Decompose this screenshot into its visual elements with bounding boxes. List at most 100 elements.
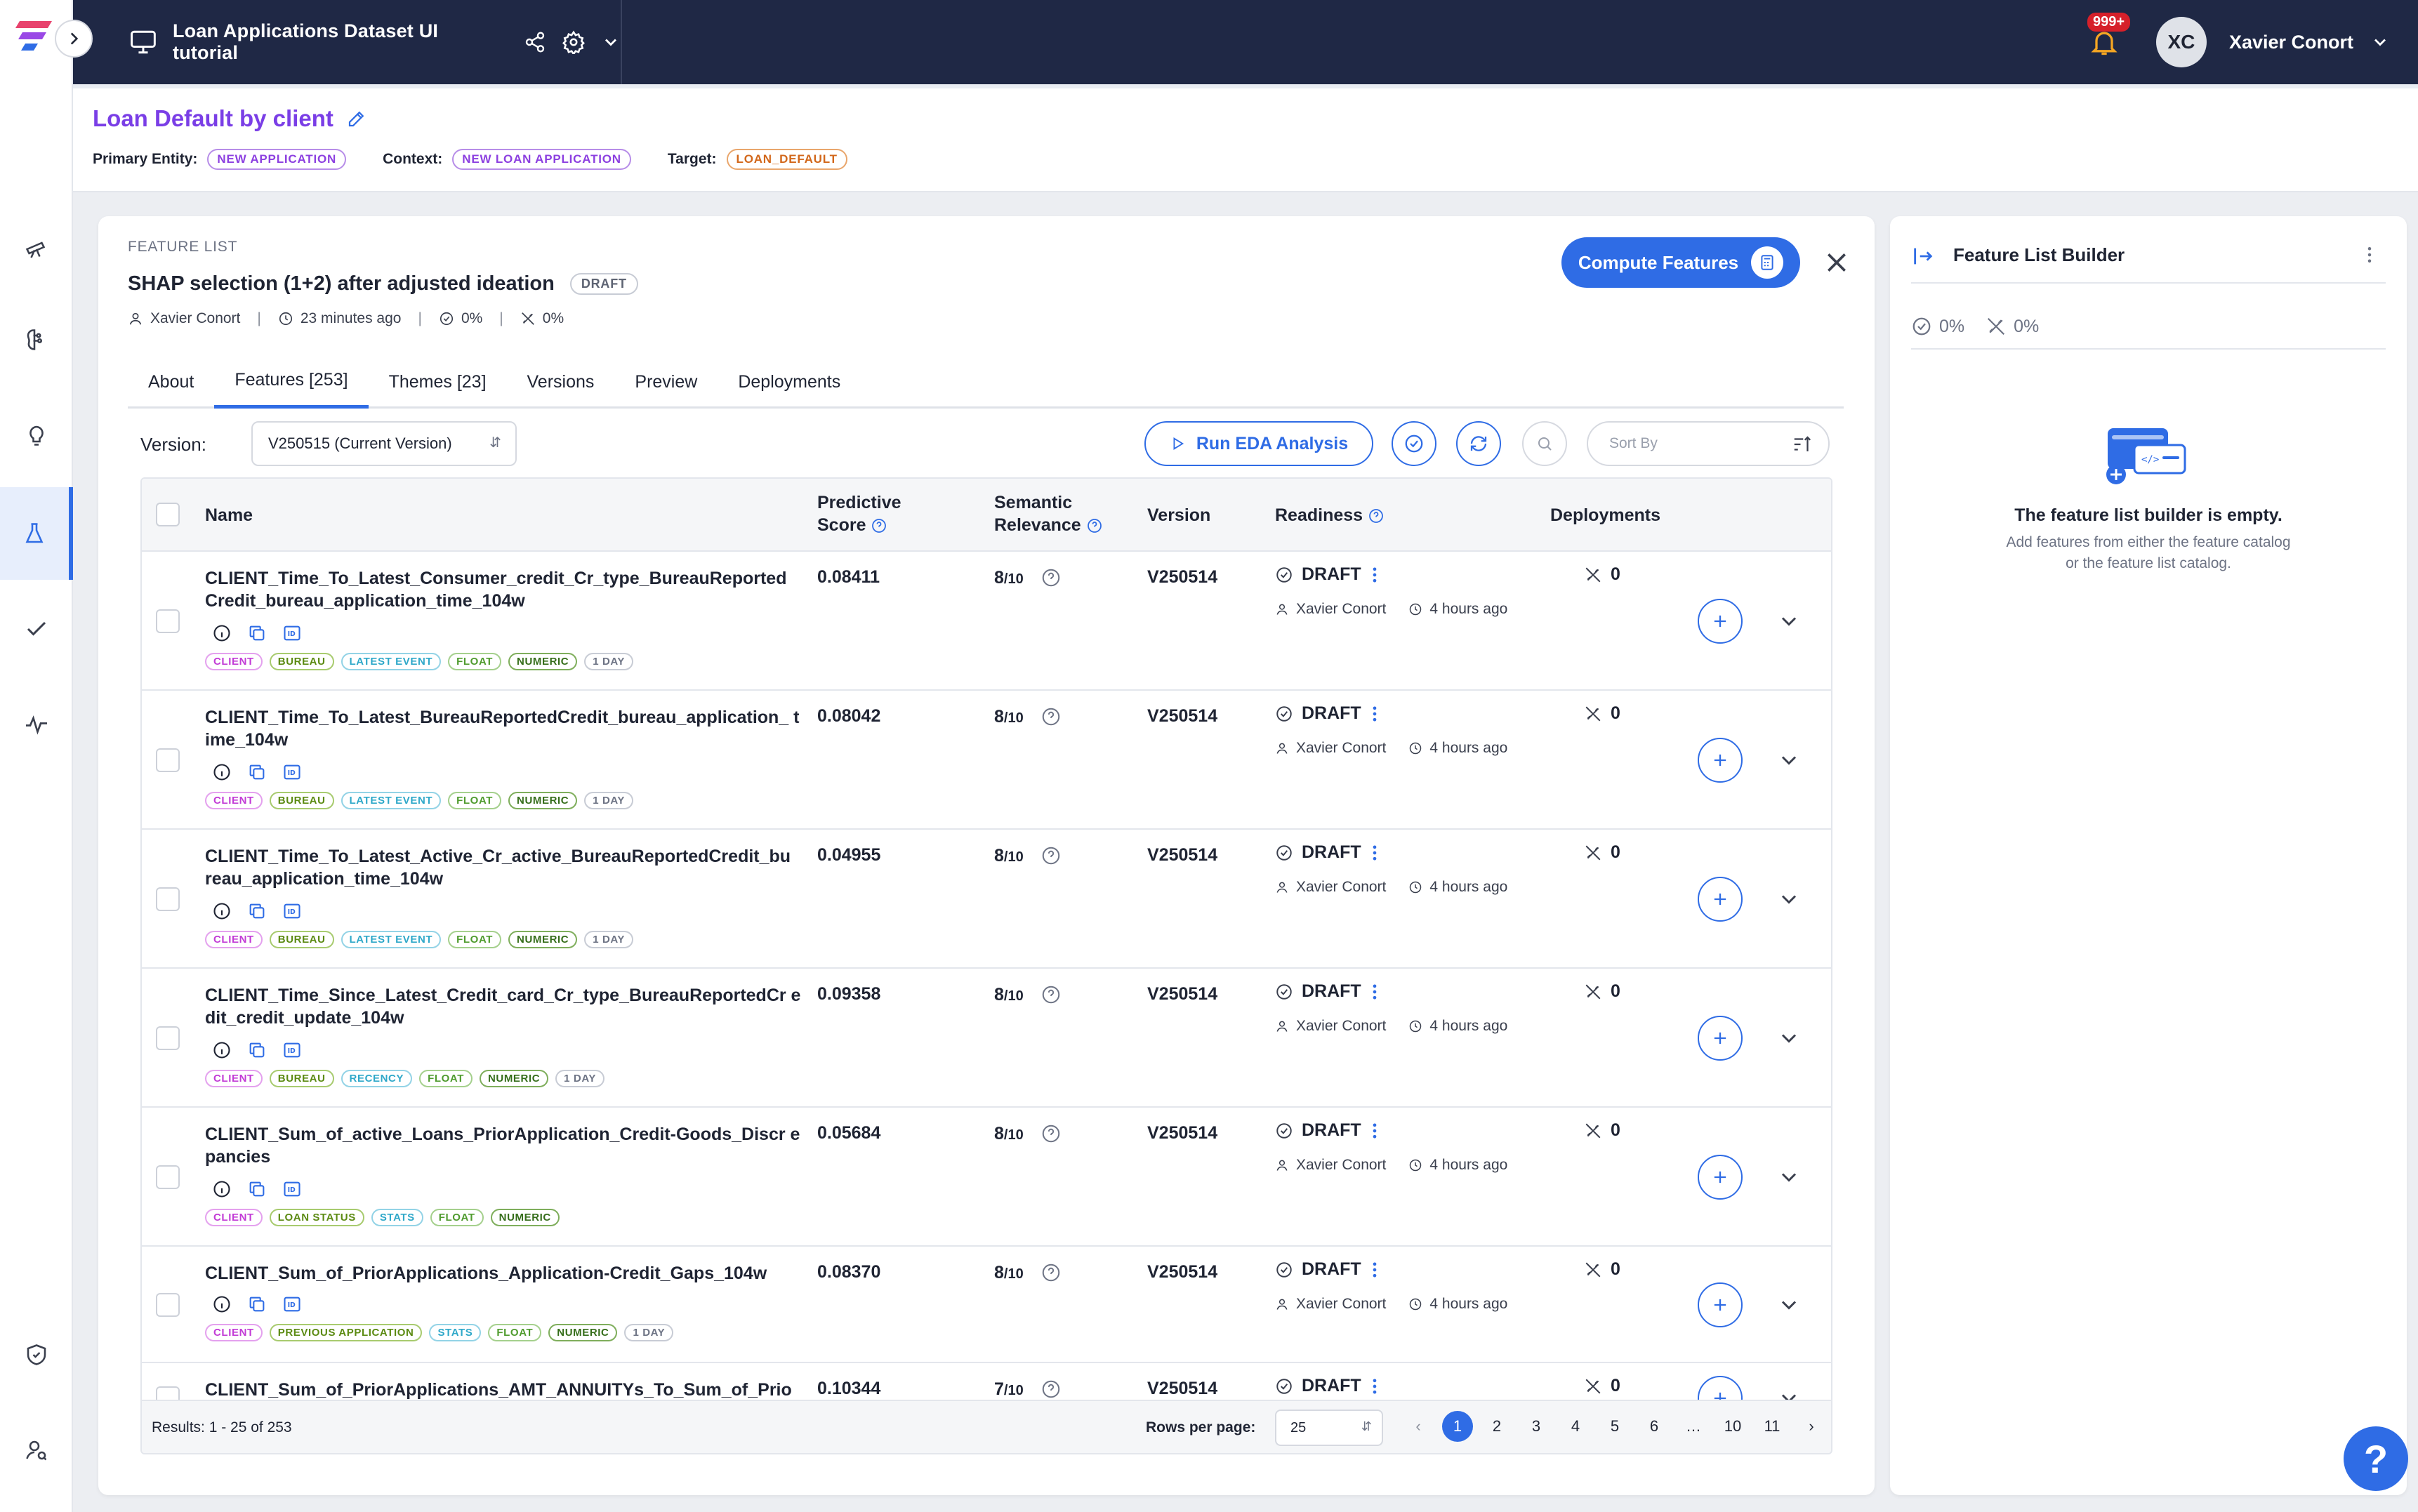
feature-name[interactable]: CLIENT_Time_To_Latest_BureauReportedCred…	[205, 706, 802, 751]
table-row[interactable]: CLIENT_Sum_of_active_Loans_PriorApplicat…	[142, 1108, 1831, 1247]
info-icon[interactable]	[212, 901, 232, 921]
row-checkbox[interactable]	[156, 1293, 180, 1317]
chevron-down-icon[interactable]	[1776, 1026, 1802, 1051]
help-icon[interactable]	[1368, 508, 1385, 524]
feature-name[interactable]: CLIENT_Time_To_Latest_Consumer_credit_Cr…	[205, 567, 802, 612]
status-menu-icon[interactable]	[1370, 982, 1380, 1002]
copy-icon[interactable]	[247, 1294, 267, 1314]
col-deployments[interactable]: Deployments	[1550, 504, 1660, 526]
feature-name[interactable]: CLIENT_Sum_of_active_Loans_PriorApplicat…	[205, 1123, 802, 1168]
select-all-checkbox[interactable]	[156, 503, 180, 526]
user-avatar[interactable]: XC	[2155, 17, 2207, 67]
help-icon[interactable]	[871, 517, 887, 534]
copy-icon[interactable]	[247, 1040, 267, 1060]
id-badge-icon[interactable]: ID	[282, 1040, 302, 1060]
help-button[interactable]: ?	[2344, 1426, 2408, 1491]
pagination-page-button[interactable]: 4	[1560, 1411, 1591, 1442]
table-row[interactable]: CLIENT_Time_To_Latest_Active_Cr_active_B…	[142, 830, 1831, 969]
help-icon[interactable]	[1040, 567, 1062, 588]
pagination-page-button[interactable]: 2	[1481, 1411, 1512, 1442]
expand-row-button[interactable]	[1776, 1026, 1802, 1051]
target-badge[interactable]: LOAN_DEFAULT	[726, 149, 847, 170]
row-checkbox[interactable]	[156, 1026, 180, 1050]
chevron-down-icon[interactable]	[1776, 609, 1802, 634]
rail-flask-icon[interactable]	[0, 487, 73, 580]
copy-icon[interactable]	[247, 1179, 267, 1199]
info-icon[interactable]	[212, 762, 232, 782]
row-checkbox[interactable]	[156, 1386, 180, 1400]
add-to-builder-button[interactable]	[1698, 1155, 1743, 1200]
table-row[interactable]: CLIENT_Time_To_Latest_BureauReportedCred…	[142, 691, 1831, 830]
tab-versions[interactable]: Versions	[507, 355, 615, 409]
info-icon[interactable]	[212, 623, 232, 643]
pagination-page-button[interactable]: 1	[1442, 1411, 1473, 1442]
rail-user-search-icon[interactable]	[0, 1404, 73, 1497]
tab-deployments[interactable]: Deployments	[718, 355, 861, 409]
status-menu-icon[interactable]	[1370, 843, 1380, 863]
rail-telescope-icon[interactable]	[0, 201, 73, 293]
row-checkbox[interactable]	[156, 748, 180, 772]
pagination-page-button[interactable]: 3	[1521, 1411, 1552, 1442]
rail-lightbulb-icon[interactable]	[0, 389, 73, 482]
id-badge-icon[interactable]: ID	[282, 623, 302, 643]
help-icon[interactable]	[1040, 1123, 1062, 1144]
row-checkbox[interactable]	[156, 1165, 180, 1189]
feature-name[interactable]: CLIENT_Time_To_Latest_Active_Cr_active_B…	[205, 845, 802, 890]
tab-preview[interactable]: Preview	[614, 355, 718, 409]
add-to-builder-button[interactable]	[1698, 738, 1743, 783]
rail-check-icon[interactable]	[0, 583, 73, 675]
table-row[interactable]: CLIENT_Sum_of_PriorApplications_Applicat…	[142, 1247, 1831, 1363]
col-semantic-relevance[interactable]: Semantic Relevance	[994, 491, 1103, 536]
id-badge-icon[interactable]: ID	[282, 1179, 302, 1199]
help-icon[interactable]	[1040, 706, 1062, 727]
rows-per-page-select[interactable]: 25 ⇵	[1275, 1410, 1383, 1446]
help-icon[interactable]	[1040, 1262, 1062, 1283]
help-icon[interactable]	[1040, 845, 1062, 866]
expand-row-button[interactable]	[1776, 1165, 1802, 1190]
more-options-icon[interactable]	[2359, 244, 2380, 265]
version-select[interactable]: V250515 (Current Version) ⇵	[251, 421, 517, 466]
add-to-builder-button[interactable]	[1698, 1376, 1743, 1400]
feature-name[interactable]: CLIENT_Time_Since_Latest_Credit_card_Cr_…	[205, 984, 802, 1029]
copy-icon[interactable]	[247, 623, 267, 643]
col-readiness[interactable]: Readiness	[1275, 504, 1385, 526]
app-logo[interactable]	[15, 18, 55, 53]
chevron-down-icon[interactable]	[1776, 1165, 1802, 1190]
sort-by-select[interactable]: Sort By	[1587, 421, 1830, 466]
validate-badge-icon[interactable]	[1392, 421, 1436, 466]
status-menu-icon[interactable]	[1370, 565, 1380, 585]
copy-icon[interactable]	[247, 901, 267, 921]
pagination-page-button[interactable]: 11	[1757, 1411, 1788, 1442]
col-name[interactable]: Name	[205, 504, 253, 526]
expand-row-button[interactable]	[1776, 1386, 1802, 1400]
feature-name[interactable]: CLIENT_Sum_of_PriorApplications_AMT_ANNU…	[205, 1379, 802, 1400]
close-icon[interactable]	[1823, 248, 1851, 277]
primary-entity-badge[interactable]: NEW APPLICATION	[207, 149, 347, 170]
expand-row-button[interactable]	[1776, 609, 1802, 634]
info-icon[interactable]	[212, 1179, 232, 1199]
search-icon[interactable]	[1522, 421, 1567, 466]
feature-name[interactable]: CLIENT_Sum_of_PriorApplications_Applicat…	[205, 1262, 802, 1285]
chevron-down-icon[interactable]	[1776, 1386, 1802, 1400]
pagination-next-button[interactable]: ›	[1796, 1411, 1827, 1442]
add-to-builder-button[interactable]	[1698, 1016, 1743, 1061]
rail-brain-icon[interactable]	[0, 293, 73, 386]
collapse-nav-button[interactable]	[55, 20, 93, 58]
table-row[interactable]: CLIENT_Time_To_Latest_Consumer_credit_Cr…	[142, 552, 1831, 691]
rail-shield-icon[interactable]	[0, 1308, 73, 1401]
status-menu-icon[interactable]	[1370, 1121, 1380, 1141]
add-to-builder-button[interactable]	[1698, 599, 1743, 644]
compute-features-button[interactable]: Compute Features	[1561, 237, 1800, 288]
col-predictive-score[interactable]: Predictive Score	[817, 491, 901, 536]
info-icon[interactable]	[212, 1040, 232, 1060]
pagination-prev-button[interactable]: ‹	[1403, 1411, 1434, 1442]
help-icon[interactable]	[1040, 1379, 1062, 1400]
chevron-down-icon[interactable]	[601, 32, 621, 52]
status-menu-icon[interactable]	[1370, 1260, 1380, 1280]
pagination-page-button[interactable]: 5	[1599, 1411, 1630, 1442]
tab-themes[interactable]: Themes [23]	[369, 355, 507, 409]
id-badge-icon[interactable]: ID	[282, 762, 302, 782]
project-selector[interactable]: Loan Applications Dataset UI tutorial	[73, 0, 622, 84]
info-icon[interactable]	[212, 1294, 232, 1314]
user-name[interactable]: Xavier Conort	[2229, 32, 2353, 53]
